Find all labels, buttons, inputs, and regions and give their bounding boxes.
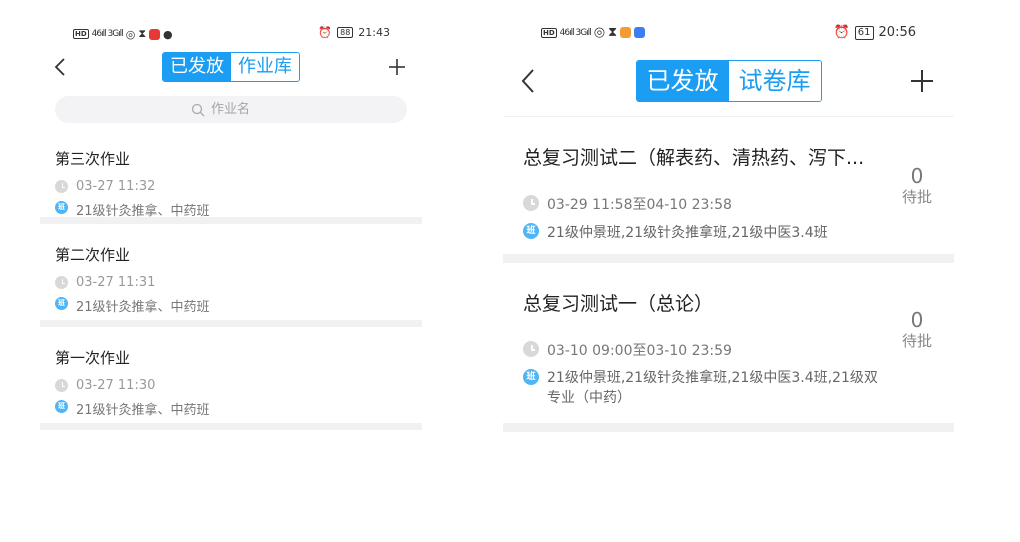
item-time: 03-27 11:31: [76, 275, 156, 290]
time-row: 03-27 11:30: [55, 378, 422, 393]
item-classes: 21级针灸推拿、中药班: [76, 300, 210, 315]
hd-icon: HD: [541, 27, 557, 38]
search-input[interactable]: [211, 102, 271, 117]
battery-icon: 88: [337, 27, 354, 38]
item-title: 第三次作业: [55, 150, 131, 168]
wifi-icon: ◎: [125, 27, 136, 41]
item-time: 03-27 11:30: [76, 378, 156, 393]
segment-control: 已发放 作业库: [162, 52, 300, 82]
time-row: 03-27 11:31: [55, 275, 422, 290]
class-badge-icon: 班: [55, 201, 68, 214]
divider: [40, 423, 422, 430]
class-row: 班 21级仲景班,21级针灸推拿班,21级中医3.4班: [523, 222, 954, 242]
alarm-icon: ⏰: [833, 25, 850, 40]
divider: [503, 423, 954, 432]
signal-icon: 46ıll 3Gıll: [91, 29, 124, 39]
hourglass-icon: ⧗: [608, 25, 618, 40]
item-time: 03-29 11:58至04-10 23:58: [547, 197, 732, 213]
signal-icon: 46ıll 3Gıll: [559, 27, 592, 38]
chevron-left-icon: [54, 58, 65, 76]
hd-icon: HD: [73, 29, 89, 39]
tab-issued[interactable]: 已发放: [636, 61, 729, 101]
app-notification-icon: [620, 27, 632, 38]
item-title: 第二次作业: [55, 246, 131, 264]
class-badge-icon: 班: [523, 223, 539, 239]
item-time: 03-27 11:32: [76, 179, 156, 194]
list-item[interactable]: 总复习测试一（总论） 03-10 09:00至03-10 23:59 班 21级…: [503, 263, 954, 423]
segment-control: 已发放 试卷库: [635, 60, 822, 102]
class-row: 班 21级针灸推拿、中药班: [55, 200, 422, 219]
class-badge-icon: 班: [523, 369, 539, 385]
tab-issued[interactable]: 已发放: [163, 53, 231, 81]
pending-label: 待批: [901, 188, 932, 206]
app-notification-icon: [634, 27, 646, 38]
alarm-icon: ⏰: [318, 26, 333, 39]
tab-homework-library[interactable]: 作业库: [231, 53, 299, 81]
plus-icon: [911, 70, 933, 92]
search-icon: [191, 103, 205, 116]
nav-bar: 已发放 试卷库: [503, 46, 954, 116]
wifi-icon: ◎: [593, 25, 606, 40]
item-title: 总复习测试一（总论）: [523, 293, 714, 315]
item-title: 第一次作业: [55, 349, 131, 367]
item-classes: 21级针灸推拿、中药班: [76, 403, 210, 418]
battery-icon: 61: [854, 25, 874, 40]
search-bar[interactable]: [55, 96, 407, 123]
chat-icon: ●: [163, 27, 173, 41]
app-notification-icon: [149, 28, 161, 40]
plus-icon: [389, 59, 405, 75]
time-row: 03-29 11:58至04-10 23:58: [523, 194, 954, 214]
pending-count-block: 0 待批: [902, 165, 932, 207]
time-row: 03-10 09:00至03-10 23:59: [523, 340, 954, 360]
clock-icon: [523, 195, 539, 211]
right-screen: HD 46ıll 3Gıll ◎ ⧗ ⏰ 61 20:56 已发放 试卷库 总复…: [503, 0, 954, 432]
chevron-left-icon: [521, 69, 534, 93]
class-row: 班 21级针灸推拿、中药班: [55, 399, 422, 418]
hourglass-icon: ⧗: [138, 27, 147, 40]
status-right: ⏰ 88 21:43: [318, 26, 390, 39]
time-row: 03-27 11:32: [55, 179, 422, 194]
clock-icon: [55, 180, 68, 193]
back-button[interactable]: [521, 69, 535, 93]
clock-text: 20:56: [878, 25, 916, 40]
back-button[interactable]: [54, 58, 66, 76]
pending-count-block: 0 待批: [902, 309, 932, 351]
status-bar: HD 46ıll 3Gıll ◎ ⧗ ⏰ 61 20:56: [503, 22, 954, 46]
list-item[interactable]: 第二次作业 03-27 11:31 班 21级针灸推拿、中药班: [40, 224, 422, 320]
class-badge-icon: 班: [55, 400, 68, 413]
list-item[interactable]: 第三次作业 03-27 11:32 班 21级针灸推拿、中药班: [40, 123, 422, 219]
item-classes: 21级针灸推拿、中药班: [76, 204, 210, 219]
status-right: ⏰ 61 20:56: [834, 25, 916, 40]
list-item[interactable]: 总复习测试二（解表药、清热药、泻下... 03-29 11:58至04-10 2…: [503, 116, 954, 254]
status-left: HD 46ıll 3Gıll ◎ ⧗: [541, 25, 646, 40]
clock-icon: [523, 341, 539, 357]
pending-label: 待批: [901, 332, 932, 350]
class-badge-icon: 班: [55, 297, 68, 310]
class-row: 班 21级仲景班,21级针灸推拿班,21级中医3.4班,21级双专业（中药）: [523, 368, 883, 408]
status-bar: HD 46ıll 3Gıll ◎ ⧗ ● ⏰ 88 21:43: [40, 22, 422, 44]
item-classes: 21级仲景班,21级针灸推拿班,21级中医3.4班,21级双专业（中药）: [547, 370, 878, 406]
left-screen: HD 46ıll 3Gıll ◎ ⧗ ● ⏰ 88 21:43 已发放 作业库 …: [40, 0, 422, 430]
add-button[interactable]: [388, 58, 406, 76]
clock-icon: [55, 379, 68, 392]
divider: [40, 320, 422, 327]
item-time: 03-10 09:00至03-10 23:59: [547, 343, 732, 359]
tab-exam-library[interactable]: 试卷库: [728, 61, 821, 101]
list-item[interactable]: 第一次作业 03-27 11:30 班 21级针灸推拿、中药班: [40, 327, 422, 423]
clock-icon: [55, 276, 68, 289]
add-button[interactable]: [910, 69, 934, 93]
nav-bar: 已发放 作业库: [40, 44, 422, 90]
item-classes: 21级仲景班,21级针灸推拿班,21级中医3.4班: [547, 225, 828, 241]
item-title: 总复习测试二（解表药、清热药、泻下...: [523, 147, 865, 169]
class-row: 班 21级针灸推拿、中药班: [55, 296, 422, 315]
clock-text: 21:43: [358, 26, 390, 39]
divider: [503, 254, 954, 263]
status-left: HD 46ıll 3Gıll ◎ ⧗ ●: [73, 27, 173, 41]
pending-count: 0: [910, 164, 924, 188]
pending-count: 0: [910, 308, 924, 332]
